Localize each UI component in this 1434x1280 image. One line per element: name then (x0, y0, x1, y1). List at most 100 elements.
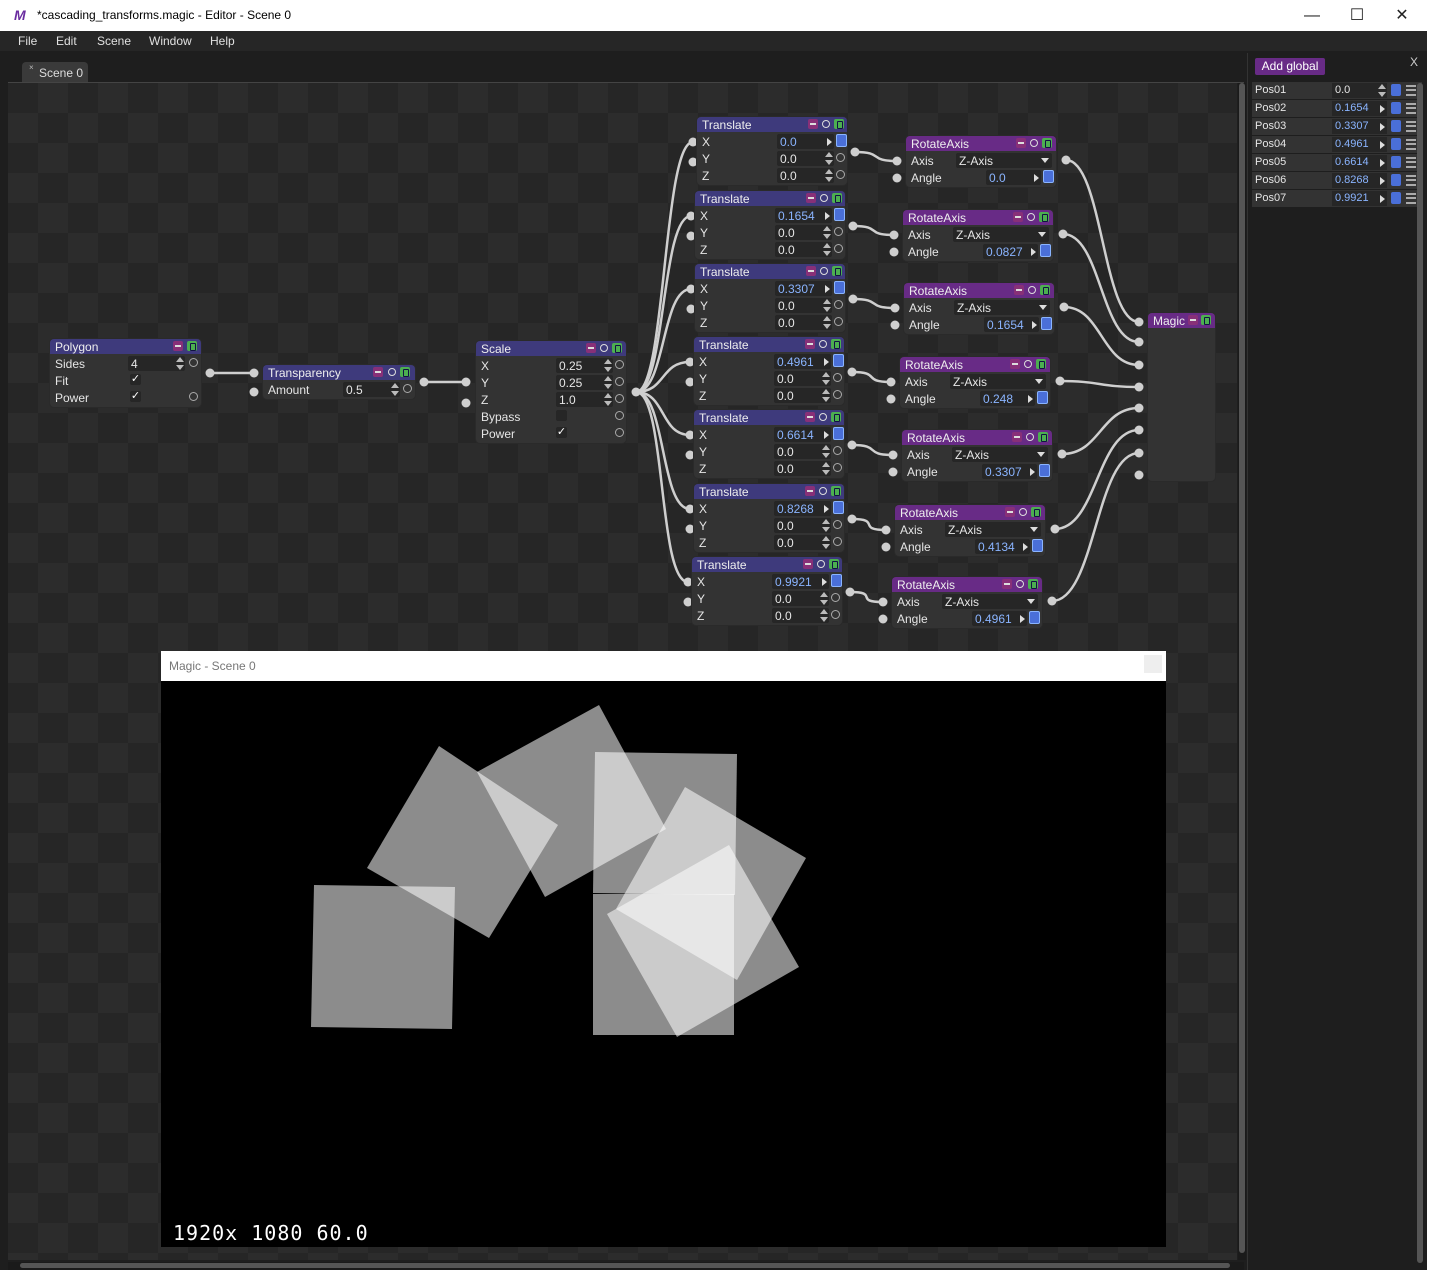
translate-z-input[interactable]: 0.0 (774, 461, 831, 476)
node-translate[interactable]: Translate X 0.3307 Y 0.0 Z 0.0 (695, 264, 845, 332)
node-port[interactable] (892, 173, 902, 183)
node-port[interactable] (878, 597, 888, 607)
spinner-icon[interactable] (822, 445, 830, 458)
link-icon[interactable] (834, 208, 845, 221)
node-port[interactable] (1057, 449, 1067, 459)
sides-input[interactable]: 4 (128, 356, 185, 371)
link-icon[interactable] (834, 244, 843, 253)
collapse-icon[interactable] (1002, 579, 1012, 589)
node-header[interactable]: RotateAxis (902, 430, 1052, 445)
node-rotate-axis[interactable]: RotateAxis Axis Z-Axis Angle 0.0 (906, 136, 1056, 187)
axis-select[interactable]: Z-Axis (942, 594, 1038, 609)
link-icon[interactable] (1032, 539, 1043, 552)
axis-select[interactable]: Z-Axis (945, 522, 1041, 537)
link-icon[interactable] (1391, 84, 1401, 96)
link-icon[interactable] (833, 427, 844, 440)
node-translate[interactable]: Translate X 0.9921 Y 0.0 Z 0.0 (692, 557, 842, 625)
global-row[interactable]: Pos07 0.9921 (1252, 190, 1422, 207)
node-port[interactable] (886, 394, 896, 404)
menu-edit[interactable]: Edit (56, 34, 77, 48)
global-name[interactable]: Pos06 (1255, 174, 1286, 186)
power-icon[interactable] (1036, 359, 1046, 369)
bypass-checkbox[interactable] (556, 410, 567, 421)
node-port[interactable] (850, 147, 860, 157)
collapse-icon[interactable] (805, 486, 815, 496)
node-header[interactable]: Transparency (263, 365, 415, 380)
power-icon[interactable] (1038, 432, 1048, 442)
node-translate[interactable]: Translate X 0.8268 Y 0.0 Z 0.0 (694, 484, 844, 552)
menu-window[interactable]: Window (149, 34, 192, 48)
translate-y-input[interactable]: 0.0 (772, 591, 829, 606)
amount-input[interactable]: 0.5 (343, 382, 400, 397)
translate-y-input[interactable]: 0.0 (774, 444, 831, 459)
wire[interactable] (1061, 406, 1140, 456)
wire[interactable] (854, 150, 898, 163)
menu-icon[interactable] (1406, 175, 1416, 186)
node-scale[interactable]: Scale X 0.25 Y 0.25 Z 1.0 Bypass Power ✓ (476, 341, 626, 443)
node-translate[interactable]: Translate X 0.0 Y 0.0 Z 0.0 (697, 117, 847, 185)
node-header[interactable]: RotateAxis (895, 505, 1045, 520)
wire[interactable] (635, 140, 694, 394)
chevron-down-icon[interactable] (1035, 379, 1043, 384)
node-port[interactable] (888, 467, 898, 477)
node-header[interactable]: Polygon (50, 339, 201, 354)
translate-x-input[interactable]: 0.4961 (774, 354, 831, 369)
translate-x-input[interactable]: 0.6614 (774, 427, 831, 442)
link-icon[interactable] (1043, 170, 1054, 183)
node-port[interactable] (1134, 425, 1144, 435)
node-port[interactable] (889, 247, 899, 257)
visibility-icon[interactable] (1027, 285, 1037, 295)
wire[interactable] (635, 390, 689, 584)
spinner-icon[interactable] (820, 609, 828, 622)
power-icon[interactable] (831, 412, 841, 422)
spinner-icon[interactable] (176, 357, 184, 370)
wire[interactable] (851, 443, 894, 457)
link-icon[interactable] (1029, 611, 1040, 624)
link-icon[interactable] (831, 610, 840, 619)
wire[interactable] (851, 517, 887, 532)
translate-x-input[interactable]: 0.8268 (774, 501, 831, 516)
node-header[interactable]: RotateAxis (892, 577, 1042, 592)
global-name[interactable]: Pos04 (1255, 138, 1286, 150)
expand-icon[interactable] (824, 431, 829, 439)
global-name[interactable]: Pos05 (1255, 156, 1286, 168)
node-port[interactable] (249, 368, 259, 378)
global-value-input[interactable]: 0.0 (1332, 83, 1387, 98)
expand-icon[interactable] (1030, 468, 1035, 476)
link-icon[interactable] (836, 170, 845, 179)
node-port[interactable] (419, 377, 429, 387)
visibility-icon[interactable] (1018, 507, 1028, 517)
angle-input[interactable]: 0.0827 (983, 244, 1038, 259)
node-port[interactable] (1134, 337, 1144, 347)
node-translate[interactable]: Translate X 0.6614 Y 0.0 Z 0.0 (694, 410, 844, 478)
link-icon[interactable] (1391, 102, 1401, 114)
visibility-icon[interactable] (821, 119, 831, 129)
visibility-icon[interactable] (819, 266, 829, 276)
translate-y-input[interactable]: 0.0 (775, 298, 832, 313)
link-icon[interactable] (833, 501, 844, 514)
node-port[interactable] (1047, 596, 1057, 606)
power-icon[interactable] (1201, 315, 1211, 325)
node-port[interactable] (889, 230, 899, 240)
global-value-input[interactable]: 0.6614 (1332, 155, 1387, 170)
angle-input[interactable]: 0.1654 (984, 317, 1039, 332)
node-rotate-axis[interactable]: RotateAxis Axis Z-Axis Angle 0.248 (900, 357, 1050, 408)
fit-checkbox[interactable]: ✓ (130, 374, 141, 385)
visibility-icon[interactable] (819, 193, 829, 203)
node-port[interactable] (888, 450, 898, 460)
link-icon[interactable] (836, 134, 847, 147)
translate-z-input[interactable]: 0.0 (774, 535, 831, 550)
link-icon[interactable] (1040, 244, 1051, 257)
global-row[interactable]: Pos03 0.3307 (1252, 118, 1422, 135)
menu-icon[interactable] (1406, 193, 1416, 204)
spinner-icon[interactable] (822, 536, 830, 549)
node-translate[interactable]: Translate X 0.1654 Y 0.0 Z 0.0 (695, 191, 845, 259)
tab-scene-0[interactable]: × Scene 0 (22, 62, 88, 82)
scale-y-input[interactable]: 0.25 (556, 375, 613, 390)
link-icon[interactable] (834, 300, 843, 309)
scale-x-input[interactable]: 0.25 (556, 358, 613, 373)
collapse-icon[interactable] (1010, 359, 1020, 369)
visibility-icon[interactable] (1023, 359, 1033, 369)
visibility-icon[interactable] (1029, 138, 1039, 148)
node-port[interactable] (847, 514, 857, 524)
